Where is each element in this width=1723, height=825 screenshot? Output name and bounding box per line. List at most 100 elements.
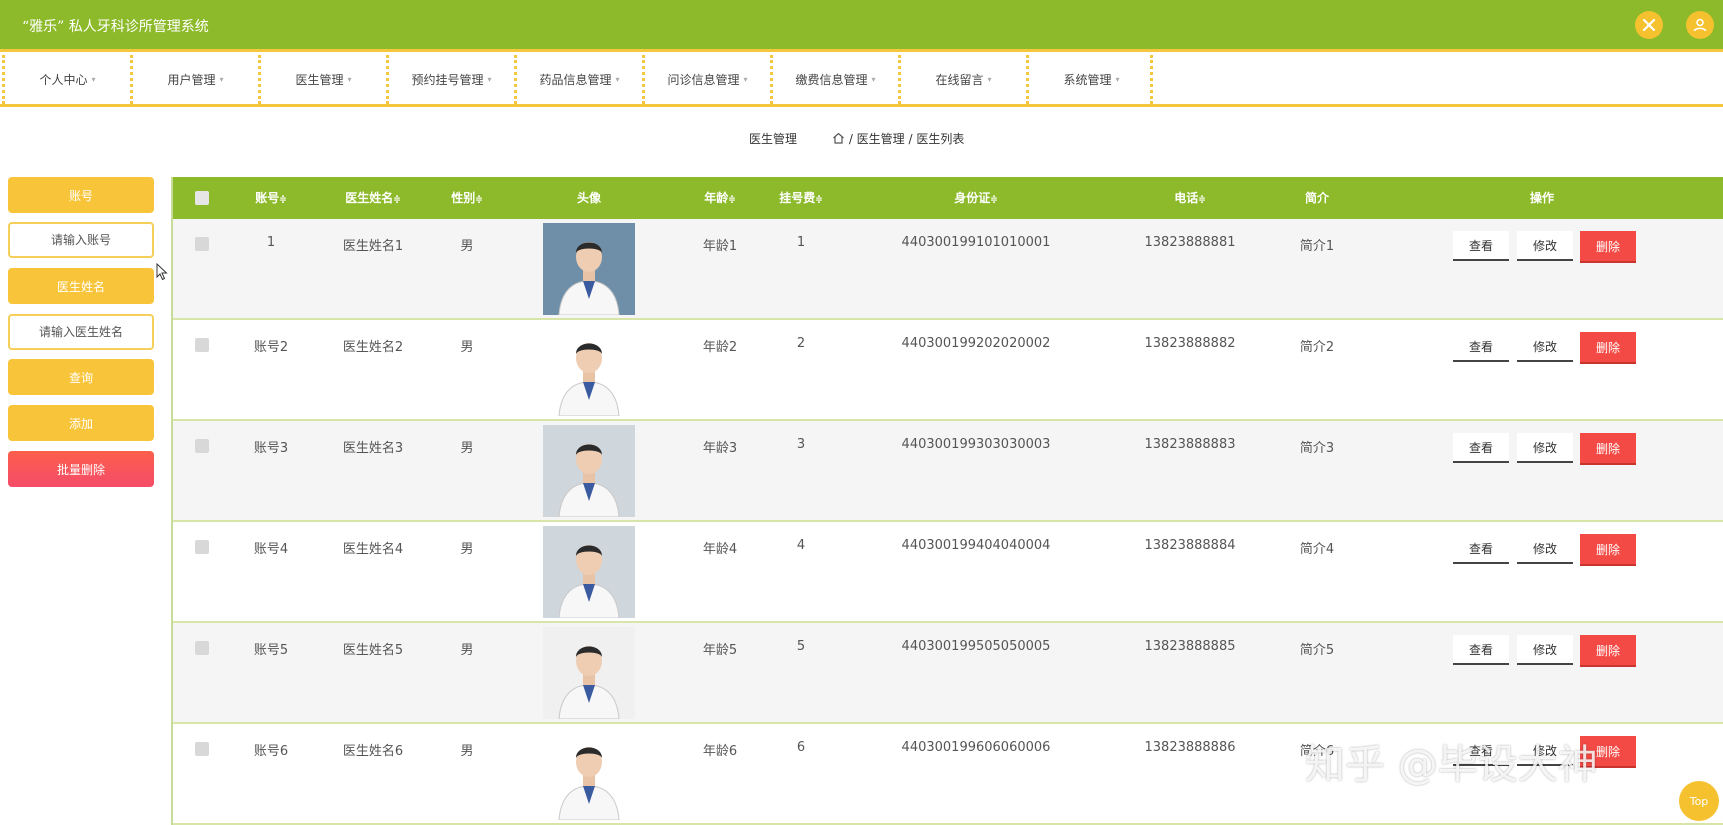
table-row: 账号2 医生姓名2 男 年龄2 2 440300199202020002 138238888… xyxy=(173,320,1723,421)
chevron-down-icon: ▾ xyxy=(1115,75,1120,84)
cell-account: 账号3 xyxy=(253,441,289,456)
delete-button[interactable]: 删除 xyxy=(1580,534,1636,564)
edit-button[interactable]: 修改 xyxy=(1517,534,1573,564)
back-to-top-button[interactable]: Top xyxy=(1679,781,1719,821)
cell-phone: 13823888886 xyxy=(1144,740,1236,755)
nav-item-label: 预约挂号管理 xyxy=(411,73,484,87)
delete-button[interactable]: 删除 xyxy=(1580,635,1636,665)
view-button[interactable]: 查看 xyxy=(1453,231,1509,261)
doctor-name-input[interactable] xyxy=(16,325,146,339)
delete-button[interactable]: 删除 xyxy=(1580,433,1636,463)
edit-button[interactable]: 修改 xyxy=(1517,635,1573,665)
cell-phone: 13823888884 xyxy=(1144,538,1236,553)
nav-item-label: 在线留言 xyxy=(935,73,984,87)
view-button[interactable]: 查看 xyxy=(1453,332,1509,362)
edit-button[interactable]: 修改 xyxy=(1517,332,1573,362)
nav-item-4[interactable]: 药品信息管理 ▾ xyxy=(514,55,642,104)
cell-gender: 男 xyxy=(460,542,474,557)
close-button[interactable] xyxy=(1635,11,1663,39)
header-id-card[interactable]: 身份证≑ xyxy=(954,189,998,206)
nav-item-3[interactable]: 预约挂号管理 ▾ xyxy=(386,55,514,104)
select-all-checkbox[interactable] xyxy=(195,191,209,205)
breadcrumb-path[interactable]: / 医生管理 / 医生列表 xyxy=(849,132,965,146)
batch-delete-button[interactable]: 批量删除 xyxy=(8,451,154,487)
nav-item-2[interactable]: 医生管理 ▾ xyxy=(258,55,386,104)
cell-name: 医生姓名3 xyxy=(342,441,404,456)
row-checkbox[interactable] xyxy=(195,641,209,655)
header-gender[interactable]: 性别≑ xyxy=(451,189,483,206)
nav-item-label: 系统管理 xyxy=(1063,73,1112,87)
close-icon xyxy=(1642,18,1656,32)
cell-phone: 13823888885 xyxy=(1144,639,1236,654)
nav-item-8[interactable]: 系统管理 ▾ xyxy=(1026,55,1154,104)
header-fee[interactable]: 挂号费≑ xyxy=(779,189,823,206)
user-button[interactable] xyxy=(1686,11,1714,39)
search-button[interactable]: 查询 xyxy=(8,359,154,395)
edit-button[interactable]: 修改 xyxy=(1517,433,1573,463)
cell-fee: 5 xyxy=(796,639,806,654)
cell-name: 医生姓名4 xyxy=(342,542,404,557)
header-age[interactable]: 年龄≑ xyxy=(704,189,736,206)
doctor-avatar xyxy=(543,627,635,719)
cell-name: 医生姓名2 xyxy=(342,340,404,355)
cell-fee: 4 xyxy=(796,538,806,553)
cell-name: 医生姓名1 xyxy=(342,239,404,254)
nav-item-6[interactable]: 缴费信息管理 ▾ xyxy=(770,55,898,104)
delete-button[interactable]: 删除 xyxy=(1580,231,1636,261)
doctor-avatar xyxy=(543,324,635,416)
watermark: 知乎 @毕设大神 xyxy=(1305,742,1598,788)
view-button[interactable]: 查看 xyxy=(1453,433,1509,463)
header-actions: 操作 xyxy=(1529,191,1555,205)
cell-fee: 3 xyxy=(796,437,806,452)
nav-item-7[interactable]: 在线留言 ▾ xyxy=(898,55,1026,104)
header-phone[interactable]: 电话≑ xyxy=(1174,189,1206,206)
home-icon[interactable] xyxy=(832,132,845,144)
edit-button[interactable]: 修改 xyxy=(1517,231,1573,261)
row-checkbox[interactable] xyxy=(195,237,209,251)
chevron-down-icon: ▾ xyxy=(219,75,224,84)
sort-icon: ≑ xyxy=(990,195,998,205)
sort-icon: ≑ xyxy=(393,195,401,205)
row-checkbox[interactable] xyxy=(195,540,209,554)
row-checkbox[interactable] xyxy=(195,439,209,453)
sort-icon: ≑ xyxy=(1198,195,1206,205)
nav-item-0[interactable]: 个人中心 ▾ xyxy=(2,55,130,104)
sort-icon: ≑ xyxy=(728,195,736,205)
row-checkbox[interactable] xyxy=(195,742,209,756)
sort-icon: ≑ xyxy=(475,195,483,205)
cell-age: 年龄3 xyxy=(702,441,738,456)
cell-gender: 男 xyxy=(460,340,474,355)
view-button[interactable]: 查看 xyxy=(1453,534,1509,564)
nav-item-label: 缴费信息管理 xyxy=(795,73,868,87)
chevron-down-icon: ▾ xyxy=(347,75,352,84)
cell-intro: 简介3 xyxy=(1299,441,1335,456)
cell-account: 1 xyxy=(266,235,276,250)
chevron-down-icon: ▾ xyxy=(871,75,876,84)
add-button[interactable]: 添加 xyxy=(8,405,154,441)
app-title: “雅乐” 私人牙科诊所管理系统 xyxy=(22,19,209,35)
cell-fee: 6 xyxy=(796,740,806,755)
breadcrumb: / 医生管理 / 医生列表 xyxy=(832,130,964,147)
view-button[interactable]: 查看 xyxy=(1453,635,1509,665)
cell-id-card: 440300199101010001 xyxy=(901,235,1051,250)
top-header: “雅乐” 私人牙科诊所管理系统 xyxy=(0,0,1723,52)
nav-item-1[interactable]: 用户管理 ▾ xyxy=(130,55,258,104)
header-intro: 简介 xyxy=(1304,191,1330,205)
chevron-down-icon: ▾ xyxy=(487,75,492,84)
doctor-avatar xyxy=(543,425,635,517)
nav-item-label: 问诊信息管理 xyxy=(667,73,740,87)
cell-id-card: 440300199303030003 xyxy=(901,437,1051,452)
cell-age: 年龄5 xyxy=(702,643,738,658)
cell-id-card: 440300199606060006 xyxy=(901,740,1051,755)
header-avatar: 头像 xyxy=(576,191,602,205)
chevron-down-icon: ▾ xyxy=(91,75,96,84)
header-account[interactable]: 账号≑ xyxy=(255,189,287,206)
nav-item-5[interactable]: 问诊信息管理 ▾ xyxy=(642,55,770,104)
header-name[interactable]: 医生姓名≑ xyxy=(345,189,401,206)
row-checkbox[interactable] xyxy=(195,338,209,352)
cell-gender: 男 xyxy=(460,239,474,254)
doctor-table: 账号≑ 医生姓名≑ 性别≑ 头像 年龄≑ 挂号费≑ 身份证≑ 电话≑ 简介 操作… xyxy=(171,177,1723,825)
delete-button[interactable]: 删除 xyxy=(1580,332,1636,362)
cell-gender: 男 xyxy=(460,441,474,456)
account-input[interactable] xyxy=(16,233,146,247)
